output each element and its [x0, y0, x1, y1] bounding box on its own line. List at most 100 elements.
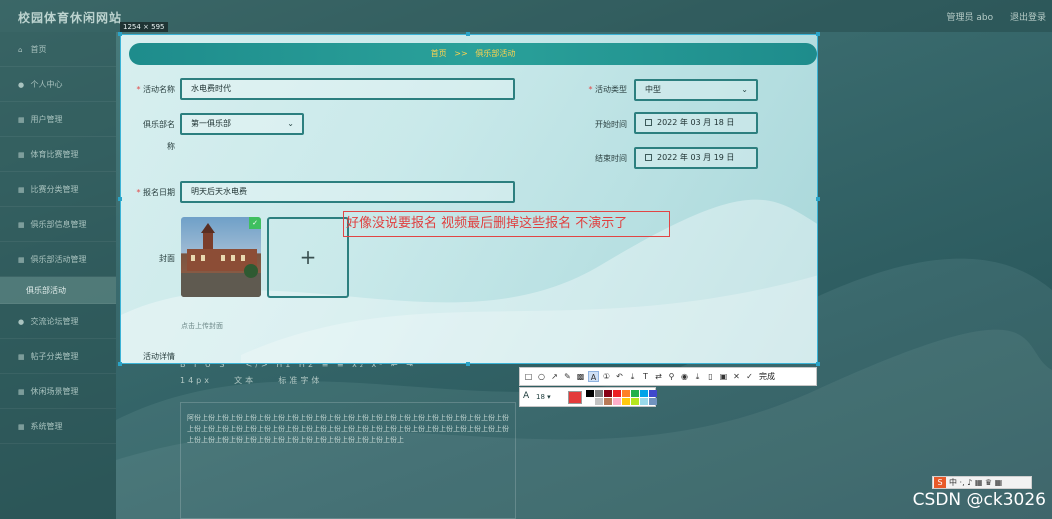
grid-icon: ▦ — [18, 151, 25, 159]
color-swatch[interactable] — [649, 390, 657, 397]
resize-handle[interactable] — [466, 32, 470, 36]
chevron-down-icon: ⌄ — [287, 119, 294, 128]
color-palette — [586, 390, 657, 406]
mosaic-tool-icon[interactable]: ▩ — [575, 371, 586, 382]
sidebar-item-home[interactable]: ⌂ 首页 — [0, 32, 116, 67]
save-icon[interactable]: ▣ — [718, 371, 729, 382]
person-icon: ● — [18, 81, 25, 89]
resize-handle[interactable] — [118, 32, 122, 36]
color-swatch[interactable] — [640, 398, 648, 405]
csdn-watermark: CSDN @ck3026 — [912, 490, 1046, 510]
resize-handle[interactable] — [816, 362, 820, 366]
resize-handle[interactable] — [118, 197, 122, 201]
sidebar-item-post-categories[interactable]: ▦ 帖子分类管理 — [0, 339, 116, 374]
activity-name-input[interactable]: 水电费时代 — [180, 78, 515, 100]
annotation-textbox[interactable]: 好像没说要报名 视频最后删掉这些报名 不演示了 — [343, 211, 670, 237]
rich-editor-content[interactable]: 阿份上份上份上份上份上份上份上份上份上份上份上份上份上份上份上份上份上份上份上份… — [180, 402, 516, 519]
done-button[interactable]: 完成 — [759, 371, 775, 382]
sidebar-item-forum[interactable]: ● 交流论坛管理 — [0, 304, 116, 339]
grid-icon: ▦ — [18, 256, 25, 264]
sidebar: ⌂ 首页 ● 个人中心 ▦ 用户管理 ▦ 体育比赛管理 ▦ 比赛分类管理 ▦ 俱… — [0, 32, 116, 519]
breadcrumb: 首页 >> 俱乐部活动 — [129, 43, 817, 65]
activity-type-select[interactable]: 中型 ⌄ — [634, 79, 758, 101]
color-swatch[interactable] — [631, 398, 639, 405]
check-icon[interactable]: ✓ — [744, 371, 755, 382]
text-tool-icon[interactable]: A — [588, 371, 599, 382]
grid-icon: ▦ — [18, 353, 25, 361]
club-name-label-wrap: 称 — [167, 142, 175, 151]
download-icon[interactable]: ⤓ — [692, 371, 703, 382]
sidebar-item-match-categories[interactable]: ▦ 比赛分类管理 — [0, 172, 116, 207]
ellipse-tool-icon[interactable]: ○ — [536, 371, 547, 382]
font-size-select[interactable]: 18 ▾ — [536, 393, 551, 401]
sidebar-item-matches[interactable]: ▦ 体育比赛管理 — [0, 137, 116, 172]
pin-icon[interactable]: ⚲ — [666, 371, 677, 382]
number-tool-icon[interactable]: ① — [601, 371, 612, 382]
cover-image-preview[interactable]: ✓ — [181, 217, 261, 297]
color-swatch[interactable] — [613, 390, 621, 397]
color-swatch[interactable] — [604, 390, 612, 397]
color-swatch[interactable] — [622, 398, 630, 405]
resize-handle[interactable] — [118, 362, 122, 366]
ime-status-bar[interactable]: S 中 ·, ♪ ▦ ♛ ▦ — [932, 476, 1032, 489]
breadcrumb-separator: >> — [454, 49, 468, 58]
translate-icon[interactable]: ⇄ — [653, 371, 664, 382]
club-name-label: 俱乐部名 — [143, 120, 175, 129]
signup-date-label: * 报名日期 — [136, 188, 175, 197]
sidebar-item-system[interactable]: ▦ 系统管理 — [0, 409, 116, 444]
long-capture-icon[interactable]: ⤓ — [627, 371, 638, 382]
font-icon: A — [523, 391, 530, 401]
start-time-picker[interactable]: 2022 年 03 月 18 日 — [634, 112, 758, 134]
color-swatch[interactable] — [631, 390, 639, 397]
color-swatch[interactable] — [613, 398, 621, 405]
capture-size-label: 1254 × 595 — [120, 22, 168, 32]
site-title: 校园体育休闲网站 — [18, 11, 123, 25]
color-swatch[interactable] — [649, 398, 657, 405]
grid-icon: ▦ — [18, 388, 25, 396]
activity-type-label: * 活动类型 — [588, 85, 627, 94]
cover-upload-button[interactable]: + — [267, 217, 349, 298]
sidebar-item-club-activity[interactable]: 俱乐部活动 — [0, 277, 116, 304]
editor-toolbar-row2[interactable]: 14px 文本 标准字体 — [180, 375, 514, 386]
sidebar-item-club-activity-mgmt[interactable]: ▦ 俱乐部活动管理 — [0, 242, 116, 277]
club-name-select[interactable]: 第一俱乐部 ⌄ — [180, 113, 304, 135]
undo-icon[interactable]: ↶ — [614, 371, 625, 382]
resize-handle[interactable] — [816, 32, 820, 36]
color-swatch[interactable] — [604, 398, 612, 405]
sidebar-item-users[interactable]: ▦ 用户管理 — [0, 102, 116, 137]
capture-region[interactable]: 首页 >> 俱乐部活动 * 活动名称 水电费时代 * 活动类型 中型 ⌄ 俱乐部… — [120, 34, 818, 364]
ime-status-icons: 中 ·, ♪ ▦ ♛ ▦ — [949, 478, 1003, 487]
grid-icon: ▦ — [18, 221, 25, 229]
color-swatch[interactable] — [586, 398, 594, 405]
home-icon: ⌂ — [18, 46, 23, 54]
color-swatch[interactable] — [586, 390, 594, 397]
sidebar-item-leisure[interactable]: ▦ 休闲场景管理 — [0, 374, 116, 409]
color-swatch[interactable] — [595, 398, 603, 405]
arrow-tool-icon[interactable]: ↗ — [549, 371, 560, 382]
logout-link[interactable]: 退出登录 — [1010, 13, 1046, 23]
breadcrumb-current: 俱乐部活动 — [475, 49, 516, 58]
grid-icon: ▦ — [18, 423, 25, 431]
rich-editor-toolbar[interactable]: B I U S “ </> H1 H2 ≡ ≡ x₂ x² ⇤ ⇥ 14px 文… — [180, 360, 514, 400]
pen-tool-icon[interactable]: ✎ — [562, 371, 573, 382]
close-icon[interactable]: ✕ — [731, 371, 742, 382]
record-icon[interactable]: ◉ — [679, 371, 690, 382]
resize-handle[interactable] — [466, 362, 470, 366]
color-swatch[interactable] — [640, 390, 648, 397]
sidebar-item-club-info[interactable]: ▦ 俱乐部信息管理 — [0, 207, 116, 242]
phone-icon[interactable]: ▯ — [705, 371, 716, 382]
admin-user-link[interactable]: 管理员 abo — [947, 13, 994, 23]
color-swatch[interactable] — [595, 390, 603, 397]
plus-icon: + — [299, 245, 317, 269]
color-swatch[interactable] — [622, 390, 630, 397]
breadcrumb-home[interactable]: 首页 — [431, 49, 447, 58]
ocr-icon[interactable]: T — [640, 371, 651, 382]
signup-date-input[interactable]: 明天后天水电费 — [180, 181, 515, 203]
resize-handle[interactable] — [816, 197, 820, 201]
end-time-picker[interactable]: 2022 年 03 月 19 日 — [634, 147, 758, 169]
current-color-swatch[interactable] — [568, 391, 582, 404]
rectangle-tool-icon[interactable]: □ — [523, 371, 534, 382]
sidebar-item-profile[interactable]: ● 个人中心 — [0, 67, 116, 102]
start-time-label: 开始时间 — [595, 120, 627, 129]
person-icon: ● — [18, 318, 25, 326]
